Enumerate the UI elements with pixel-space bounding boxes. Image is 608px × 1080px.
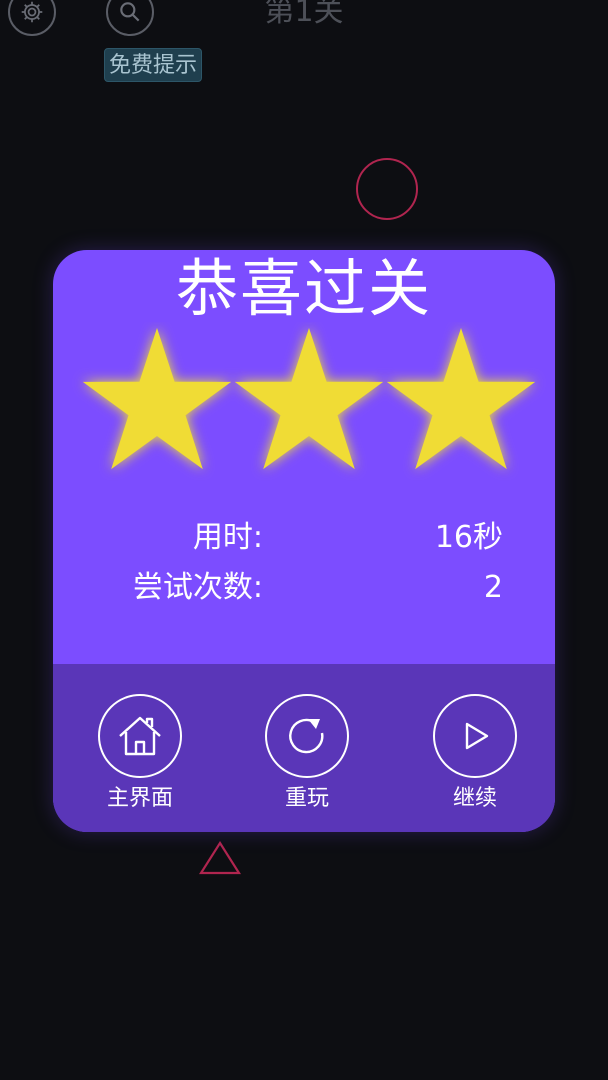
stat-time: 用时: 16秒: [53, 516, 555, 560]
play-icon: [465, 722, 489, 750]
home-button-circle[interactable]: [98, 694, 182, 778]
replay-icon: [289, 718, 324, 754]
home-icon: [119, 716, 161, 756]
star-icon: [386, 328, 536, 470]
stat-attempts: 尝试次数: 2: [53, 566, 555, 610]
replay-button-circle[interactable]: [265, 694, 349, 778]
continue-button-circle[interactable]: [433, 694, 517, 778]
home-button[interactable]: 主界面: [80, 694, 200, 814]
time-label: 用时:: [192, 520, 263, 555]
star-icon: [82, 328, 232, 470]
continue-label: 继续: [452, 786, 497, 811]
level-complete-dialog: 恭喜过关 用时: 16秒 尝试次数: 2 主界面 重玩 继续: [53, 250, 555, 832]
action-bar: 主界面 重玩 继续: [53, 664, 555, 832]
game-screen: 免费提示 第1关 恭喜过关 用时: 16秒 尝试次数: 2 主界面 重玩 继续: [0, 0, 608, 1080]
triangle-shape: [199, 840, 241, 875]
time-value: 16秒: [434, 520, 503, 555]
dialog-title: 恭喜过关: [175, 252, 432, 325]
attempts-label: 尝试次数:: [132, 570, 263, 605]
level-title: 第1关: [264, 0, 344, 29]
star-icon: [234, 328, 384, 470]
replay-label: 重玩: [284, 786, 329, 811]
replay-button[interactable]: 重玩: [247, 694, 367, 814]
continue-button[interactable]: 继续: [415, 694, 535, 814]
ring-shape: [356, 158, 418, 220]
home-label: 主界面: [106, 786, 173, 811]
star-rating: [82, 328, 536, 470]
free-hint-label[interactable]: 免费提示: [104, 48, 203, 82]
attempts-value: 2: [483, 570, 503, 605]
